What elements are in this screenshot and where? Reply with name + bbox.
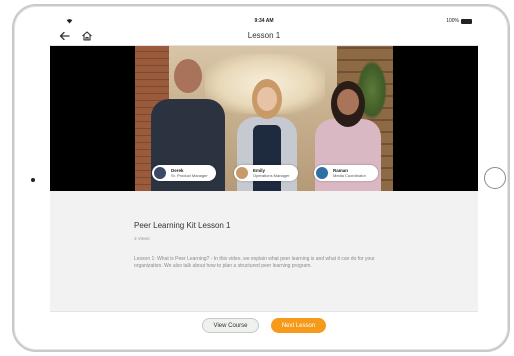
presenter-tag: Derek Sr. Product Manager [152, 165, 216, 181]
presenter-tag: Raman Media Coordinator [314, 165, 378, 181]
battery-indicator: 100% [446, 18, 472, 24]
lesson-details: Peer Learning Kit Lesson 1 3 Views Lesso… [50, 191, 478, 311]
presenter-role: Operations Manager [253, 173, 290, 178]
status-time: 9:34 AM [254, 18, 274, 24]
view-count: 3 Views [134, 236, 150, 241]
front-camera [31, 178, 35, 182]
footer-bar: View Course Next Lesson [50, 311, 478, 338]
lesson-title: Peer Learning Kit Lesson 1 [134, 221, 231, 230]
status-bar: 9:34 AM 100% [50, 16, 478, 26]
battery-icon [461, 18, 472, 24]
page-title: Lesson 1 [247, 31, 281, 40]
avatar [153, 166, 167, 180]
view-course-button[interactable]: View Course [202, 318, 259, 333]
presenter-tag: Emily Operations Manager [234, 165, 298, 181]
app-screen: 9:34 AM 100% Lesson 1 Derek Sr. Product … [50, 16, 478, 338]
battery-percent: 100% [446, 18, 459, 24]
lesson-description: Lesson 1: What is Peer Learning? - In th… [134, 256, 375, 269]
next-lesson-button[interactable]: Next Lesson [271, 318, 326, 333]
video-player[interactable]: Derek Sr. Product Manager Emily Operatio… [50, 46, 478, 191]
avatar [235, 166, 249, 180]
presenter-role: Media Coordinator [333, 173, 366, 178]
device-home-button[interactable] [484, 167, 506, 189]
presenter-role: Sr. Product Manager [171, 173, 208, 178]
nav-bar: Lesson 1 [50, 26, 478, 46]
avatar [315, 166, 329, 180]
